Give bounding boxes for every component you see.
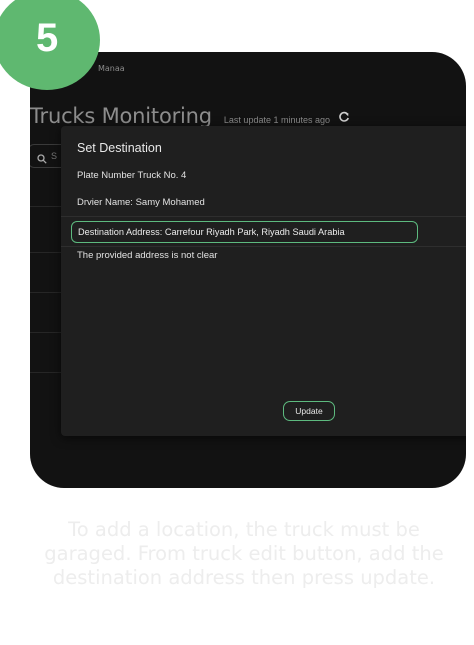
address-error-message: The provided address is not clear <box>77 250 218 261</box>
plate-number: Plate Number Truck No. 4 <box>77 170 187 181</box>
dialog-title: Set Destination <box>77 141 162 155</box>
set-destination-dialog: Set Destination Plate Number Truck No. 4… <box>61 126 466 436</box>
search-placeholder: S <box>51 151 58 161</box>
destination-address-field[interactable]: Destination Address: Carrefour Riyadh Pa… <box>71 221 418 243</box>
refresh-icon[interactable] <box>338 110 350 122</box>
phone-screen: Manaa Trucks Monitoring Last update 1 mi… <box>30 52 466 488</box>
update-button[interactable]: Update <box>283 401 335 421</box>
header: Trucks Monitoring Last update 1 minutes … <box>30 104 350 128</box>
page-title: Trucks Monitoring <box>30 104 212 128</box>
company-name: Manaa <box>98 64 125 73</box>
driver-name: Drvier Name: Samy Mohamed <box>77 197 205 208</box>
divider <box>61 216 466 217</box>
search-icon <box>37 151 47 164</box>
last-update-text: Last update 1 minutes ago <box>223 115 330 125</box>
step-number: 5 <box>36 16 59 60</box>
destination-address-value: Destination Address: Carrefour Riyadh Pa… <box>78 227 345 237</box>
instruction-caption: To add a location, the truck must be gar… <box>44 518 444 589</box>
divider <box>61 246 466 247</box>
